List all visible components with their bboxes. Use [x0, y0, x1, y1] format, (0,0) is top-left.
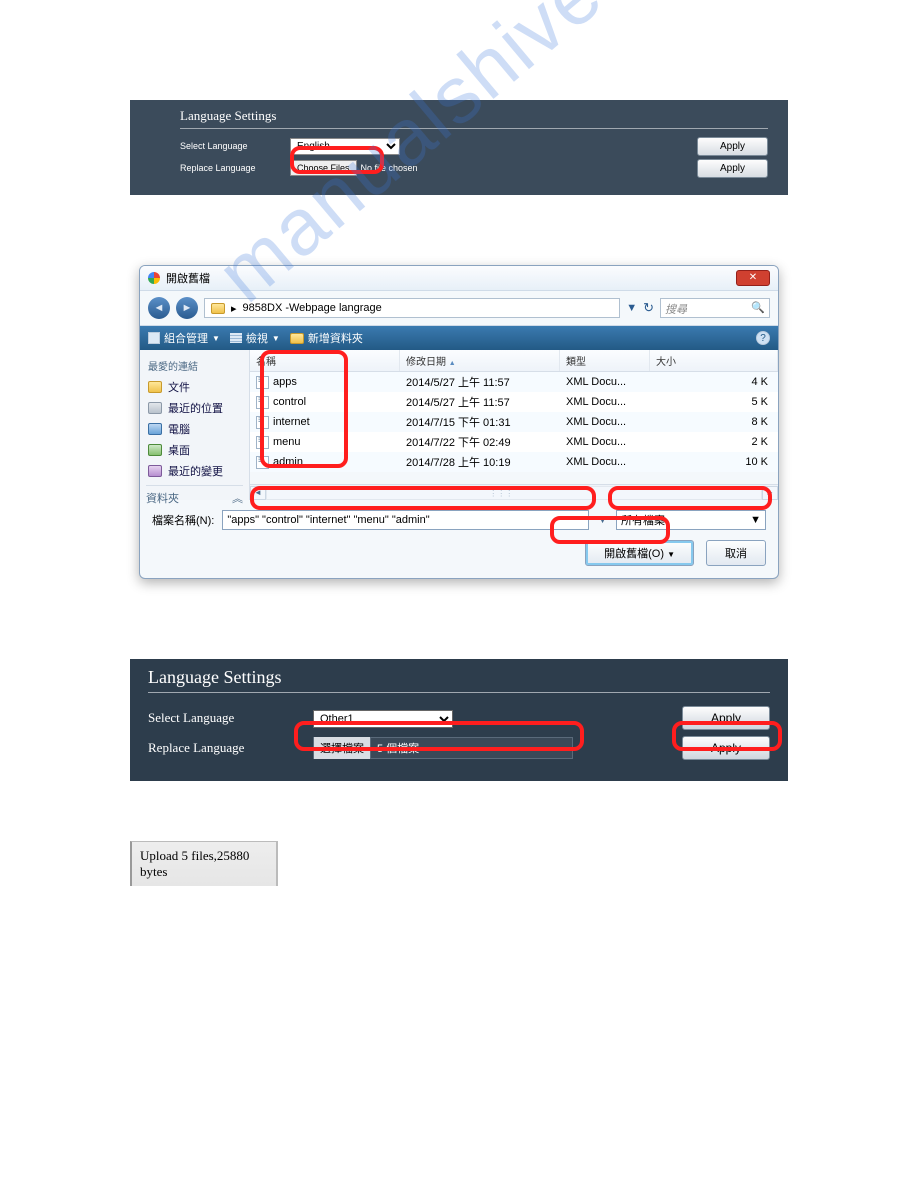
search-input[interactable]: 搜尋 🔍	[660, 298, 770, 318]
organize-menu[interactable]: 組合管理▼	[148, 330, 220, 346]
forward-button[interactable]: ►	[176, 297, 198, 319]
col-type: 類型	[560, 350, 650, 371]
replace-language-label: Replace Language	[150, 163, 290, 173]
recent-icon	[148, 465, 162, 477]
file-row[interactable]: internet 2014/7/15 下午 01:31 XML Docu... …	[250, 412, 778, 432]
file-row[interactable]: admin 2014/7/28 上午 10:19 XML Docu... 10 …	[250, 452, 778, 472]
sidebar-recent-places[interactable]: 最近的位置	[148, 400, 241, 416]
address-bar[interactable]: ▸ 9858DX -Webpage langrage	[204, 298, 620, 318]
refresh-icon[interactable]: ↻	[643, 300, 654, 316]
desktop-icon	[148, 444, 162, 456]
horizontal-scrollbar[interactable]: ◄ ⋮⋮⋮ ►	[250, 484, 778, 500]
apply-button[interactable]: Apply	[697, 137, 768, 156]
apply-button[interactable]: Apply	[682, 736, 770, 760]
language-settings-panel-small: Language Settings Select Language Englis…	[130, 100, 788, 195]
filetype-select[interactable]: 所有檔案▼	[616, 510, 766, 530]
xml-file-icon	[256, 456, 269, 469]
col-name: 名稱	[250, 350, 400, 371]
replace-language-label: Replace Language	[148, 740, 313, 756]
favorites-heading: 最愛的連結	[148, 358, 243, 373]
language-settings-panel-large: Language Settings Select Language Other1…	[130, 659, 788, 781]
documents-icon	[148, 381, 162, 393]
sidebar-computer[interactable]: 電腦	[148, 421, 241, 437]
language-select[interactable]: Other1	[313, 710, 453, 728]
file-row[interactable]: apps 2014/5/27 上午 11:57 XML Docu... 4 K	[250, 372, 778, 392]
divider	[148, 692, 770, 693]
chrome-icon	[148, 272, 160, 284]
choose-files-button[interactable]: Choose Files	[290, 160, 357, 176]
dialog-title: 開啟舊檔	[166, 270, 736, 286]
file-row[interactable]: control 2014/5/27 上午 11:57 XML Docu... 5…	[250, 392, 778, 412]
file-count-text: 5 個檔案	[371, 740, 425, 756]
computer-icon	[148, 423, 162, 435]
places-icon	[148, 402, 162, 414]
pick-file-button[interactable]: 選擇檔案	[314, 737, 371, 759]
upload-result-label: Upload 5 files,25880 bytes	[130, 841, 278, 886]
xml-file-icon	[256, 396, 269, 409]
col-date: 修改日期 ▲	[400, 350, 560, 371]
file-open-dialog: 開啟舊檔 ✕ ◄ ► ▸ 9858DX -Webpage langrage ▼ …	[139, 265, 779, 579]
back-button[interactable]: ◄	[148, 297, 170, 319]
file-list-pane: 名稱 修改日期 ▲ 類型 大小 apps 2014/5/27 上午 11:57 …	[250, 350, 778, 500]
search-icon: 🔍	[751, 301, 765, 314]
cancel-button[interactable]: 取消	[706, 540, 766, 566]
folders-heading[interactable]: 資料夾 ︽	[146, 485, 243, 506]
file-chooser[interactable]: 選擇檔案 5 個檔案	[313, 737, 573, 759]
language-select[interactable]: English	[290, 138, 400, 155]
column-headers[interactable]: 名稱 修改日期 ▲ 類型 大小	[250, 350, 778, 372]
help-icon[interactable]: ?	[756, 331, 770, 345]
file-row[interactable]: menu 2014/7/22 下午 02:49 XML Docu... 2 K	[250, 432, 778, 452]
folder-icon	[290, 333, 304, 344]
sidebar-desktop[interactable]: 桌面	[148, 442, 241, 458]
close-button[interactable]: ✕	[736, 270, 770, 286]
filename-label: 檔案名稱(N):	[152, 512, 214, 528]
divider	[180, 128, 768, 129]
apply-button[interactable]: Apply	[697, 159, 768, 178]
path-text: 9858DX -Webpage langrage	[243, 302, 382, 314]
select-language-label: Select Language	[150, 141, 290, 151]
panel-title: Language Settings	[148, 667, 770, 688]
filename-input[interactable]	[222, 510, 589, 530]
xml-file-icon	[256, 416, 269, 429]
new-folder-button[interactable]: 新增資料夾	[290, 330, 363, 346]
apply-button[interactable]: Apply	[682, 706, 770, 730]
view-menu[interactable]: 檢視▼	[230, 330, 280, 346]
panel-title: Language Settings	[180, 108, 768, 124]
sidebar: 最愛的連結 文件 最近的位置 電腦 桌面 最近的變更 資料夾 ︽	[140, 350, 250, 500]
xml-file-icon	[256, 376, 269, 389]
select-language-label: Select Language	[148, 710, 313, 726]
sidebar-documents[interactable]: 文件	[148, 379, 241, 395]
open-button[interactable]: 開啟舊檔(O) ▼	[585, 540, 694, 566]
col-size: 大小	[650, 350, 778, 371]
sidebar-recent-changes[interactable]: 最近的變更	[148, 463, 241, 479]
no-file-text: No file chosen	[361, 163, 418, 173]
folder-icon	[211, 303, 225, 314]
xml-file-icon	[256, 436, 269, 449]
